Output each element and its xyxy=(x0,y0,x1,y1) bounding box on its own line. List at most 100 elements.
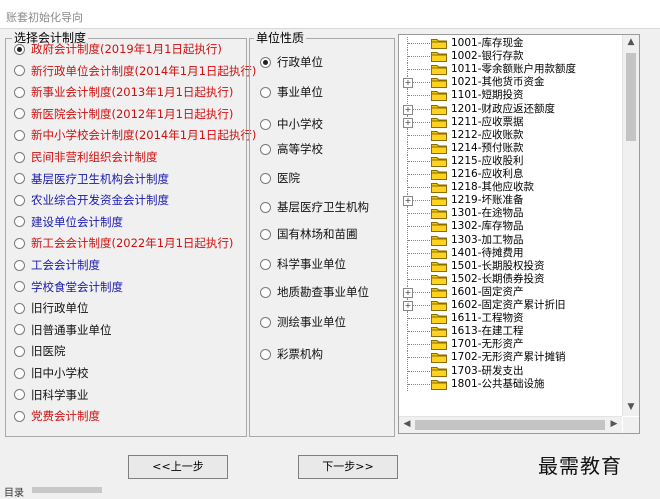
tree-node[interactable]: 1302-库存物品 xyxy=(399,220,622,234)
unit-nature-option[interactable]: 基层医疗卫生机构 xyxy=(260,199,369,215)
radio-unchecked-icon[interactable] xyxy=(14,173,25,185)
radio-unchecked-icon[interactable] xyxy=(14,237,25,249)
accounting-system-option[interactable]: 农业综合开发资金会计制度 xyxy=(14,192,169,208)
tree-node[interactable]: 1502-长期债券投资 xyxy=(399,272,622,286)
accounting-system-option[interactable]: 旧医院 xyxy=(14,343,66,359)
radio-unchecked-icon[interactable] xyxy=(14,151,25,163)
tree-node[interactable]: 1011-零余额账户用款额度 xyxy=(399,63,622,77)
tree-node[interactable]: 1216-应收利息 xyxy=(399,168,622,181)
accounting-system-option[interactable]: 旧行政单位 xyxy=(14,300,89,316)
radio-unchecked-icon[interactable] xyxy=(260,228,271,240)
radio-unchecked-icon[interactable] xyxy=(14,281,25,293)
radio-unchecked-icon[interactable] xyxy=(14,108,25,120)
scroll-up-icon[interactable]: ▲ xyxy=(623,37,639,47)
radio-unchecked-icon[interactable] xyxy=(260,286,271,298)
tree-node[interactable]: 1801-公共基础设施 xyxy=(399,377,622,391)
tree-node[interactable]: 1001-库存现金 xyxy=(399,37,622,50)
radio-unchecked-icon[interactable] xyxy=(14,389,25,401)
accounting-system-option[interactable]: 新工会会计制度(2022年1月1日起执行) xyxy=(14,235,233,251)
tree-node[interactable]: 1303-加工物品 xyxy=(399,233,622,247)
accounting-system-option[interactable]: 基层医疗卫生机构会计制度 xyxy=(14,171,169,187)
tree-node[interactable]: 1214-预付账款 xyxy=(399,141,622,155)
radio-unchecked-icon[interactable] xyxy=(260,118,271,130)
tree-node[interactable]: 1501-长期股权投资 xyxy=(399,259,622,273)
expand-plus-icon[interactable]: + xyxy=(403,117,413,128)
tree-node[interactable]: 1002-银行存款 xyxy=(399,50,622,64)
accounting-system-option[interactable]: 新医院会计制度(2012年1月1日起执行) xyxy=(14,106,233,122)
unit-nature-option[interactable]: 行政单位 xyxy=(260,54,323,70)
radio-unchecked-icon[interactable] xyxy=(260,316,271,328)
accounting-system-option[interactable]: 新中小学校会计制度(2014年1月1日起执行) xyxy=(14,127,256,143)
radio-unchecked-icon[interactable] xyxy=(14,129,25,141)
unit-nature-option[interactable]: 彩票机构 xyxy=(260,346,323,362)
accounting-system-option[interactable]: 党费会计制度 xyxy=(14,408,100,424)
tree-node[interactable]: 1613-在建工程 xyxy=(399,325,622,339)
vertical-scrollbar[interactable]: ▲ ▼ xyxy=(622,35,639,416)
expand-plus-icon[interactable]: + xyxy=(403,104,413,115)
radio-checked-icon[interactable] xyxy=(14,43,25,55)
tree-node[interactable]: 1101-短期投资 xyxy=(399,89,622,103)
radio-unchecked-icon[interactable] xyxy=(14,86,25,98)
expand-plus-icon[interactable]: + xyxy=(403,301,413,311)
scroll-down-icon[interactable]: ▼ xyxy=(623,402,639,412)
accounting-system-option[interactable]: 新行政单位会计制度(2014年1月1日起执行) xyxy=(14,63,256,79)
radio-unchecked-icon[interactable] xyxy=(260,258,271,270)
radio-unchecked-icon[interactable] xyxy=(260,201,271,213)
radio-unchecked-icon[interactable] xyxy=(14,367,25,379)
radio-unchecked-icon[interactable] xyxy=(260,86,271,98)
expand-plus-icon[interactable]: + xyxy=(403,287,413,298)
unit-nature-option[interactable]: 国有林场和苗圃 xyxy=(260,226,358,242)
tree-node[interactable]: 1215-应收股利 xyxy=(399,154,622,168)
radio-unchecked-icon[interactable] xyxy=(14,410,25,422)
tree-node[interactable]: +1201-财政应返还额度 xyxy=(399,102,622,116)
radio-unchecked-icon[interactable] xyxy=(14,216,25,228)
unit-nature-option[interactable]: 地质勘查事业单位 xyxy=(260,284,369,300)
accounting-system-option[interactable]: 民间非营利组织会计制度 xyxy=(14,149,158,165)
unit-nature-option[interactable]: 高等学校 xyxy=(260,141,323,157)
radio-checked-icon[interactable] xyxy=(260,56,271,68)
unit-nature-option[interactable]: 科学事业单位 xyxy=(260,256,346,272)
radio-unchecked-icon[interactable] xyxy=(260,143,271,155)
accounting-system-option[interactable]: 学校食堂会计制度 xyxy=(14,279,123,295)
unit-nature-option[interactable]: 中小学校 xyxy=(260,116,323,132)
tree-node[interactable]: 1218-其他应收款 xyxy=(399,181,622,195)
radio-unchecked-icon[interactable] xyxy=(14,324,25,336)
tree-node[interactable]: +1219-坏账准备 xyxy=(399,194,622,208)
radio-unchecked-icon[interactable] xyxy=(14,194,25,206)
tree-node[interactable]: 1703-研发支出 xyxy=(399,364,622,378)
tree-node[interactable]: +1602-固定资产累计折旧 xyxy=(399,299,622,312)
tree-node[interactable]: 1702-无形资产累计摊销 xyxy=(399,351,622,365)
horizontal-scroll-thumb[interactable] xyxy=(415,420,605,430)
radio-unchecked-icon[interactable] xyxy=(14,302,25,314)
accounting-system-option[interactable]: 新事业会计制度(2013年1月1日起执行) xyxy=(14,84,233,100)
accounting-system-option[interactable]: 工会会计制度 xyxy=(14,257,100,273)
previous-step-button[interactable]: <<上一步 xyxy=(128,455,228,479)
next-step-button[interactable]: 下一步>> xyxy=(298,455,398,479)
accounting-system-option[interactable]: 政府会计制度(2019年1月1日起执行) xyxy=(14,41,222,57)
accounting-system-option[interactable]: 建设单位会计制度 xyxy=(14,214,123,230)
tree-node[interactable]: 1301-在途物品 xyxy=(399,207,622,221)
unit-nature-option[interactable]: 测绘事业单位 xyxy=(260,314,346,330)
tree-node[interactable]: +1211-应收票据 xyxy=(399,115,622,129)
expand-plus-icon[interactable]: + xyxy=(403,196,413,207)
tree-node[interactable]: 1701-无形资产 xyxy=(399,338,622,352)
tree-node[interactable]: 1611-工程物资 xyxy=(399,312,622,326)
tree-node[interactable]: +1021-其他货币资金 xyxy=(399,76,622,90)
radio-unchecked-icon[interactable] xyxy=(14,259,25,271)
account-tree[interactable]: 1001-库存现金 1002-银行存款 1011-零余额账户用款额度 +1021-其他… xyxy=(398,34,640,434)
scroll-right-icon[interactable]: ▶ xyxy=(606,419,622,429)
radio-unchecked-icon[interactable] xyxy=(260,172,271,184)
tree-node[interactable]: +1601-固定资产 xyxy=(399,285,622,299)
unit-nature-option[interactable]: 医院 xyxy=(260,170,300,186)
expand-plus-icon[interactable]: + xyxy=(403,78,413,89)
radio-unchecked-icon[interactable] xyxy=(14,345,25,357)
scroll-left-icon[interactable]: ◀ xyxy=(399,419,415,429)
radio-unchecked-icon[interactable] xyxy=(14,65,25,77)
vertical-scroll-thumb[interactable] xyxy=(626,53,636,141)
tree-node[interactable]: 1212-应收账款 xyxy=(399,128,622,142)
unit-nature-option[interactable]: 事业单位 xyxy=(260,84,323,100)
accounting-system-option[interactable]: 旧普通事业单位 xyxy=(14,322,112,338)
tree-node[interactable]: 1401-待摊费用 xyxy=(399,246,622,260)
accounting-system-option[interactable]: 旧科学事业 xyxy=(14,387,89,403)
horizontal-scrollbar[interactable]: ◀ ▶ xyxy=(399,416,622,433)
